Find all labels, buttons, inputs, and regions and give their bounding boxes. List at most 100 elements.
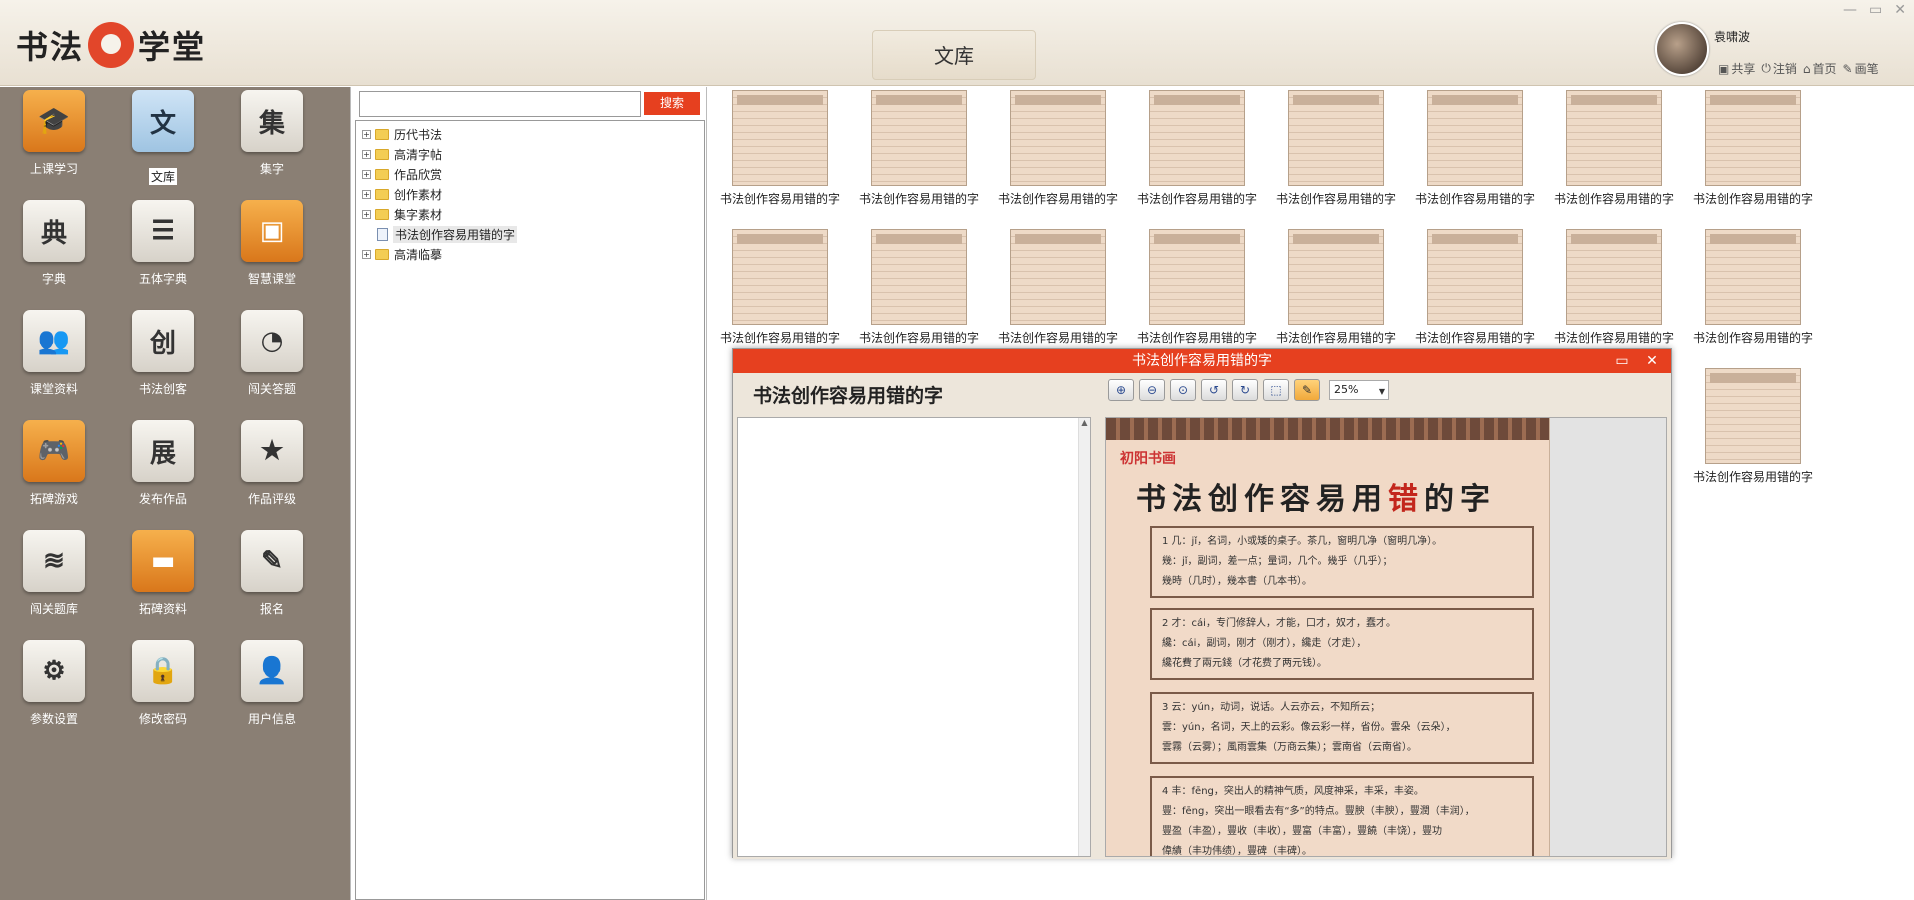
nav-item-10[interactable]: 展发布作品 — [113, 420, 213, 507]
nav-item-3[interactable]: 典字典 — [4, 200, 104, 287]
tree-item[interactable]: + 历代书法 — [356, 125, 442, 143]
nav-item-16[interactable]: 🔒 修改密码 — [113, 640, 213, 727]
thumbnail-image — [1427, 90, 1523, 186]
nav-item-5[interactable]: ▣ 智慧课堂 — [222, 200, 322, 287]
document-thumbnail[interactable]: 书法创作容易用错的字 — [1410, 90, 1540, 207]
fit-page-icon[interactable]: ⬚ — [1263, 379, 1289, 401]
zoom-out-icon[interactable]: ⊖ — [1139, 379, 1165, 401]
search-input[interactable] — [359, 91, 641, 117]
share-button[interactable]: ▣ 共享 — [1718, 60, 1755, 77]
expand-icon[interactable]: + — [362, 129, 371, 139]
thumbnail-caption: 书法创作容易用错的字 — [1553, 331, 1674, 345]
close-button[interactable]: ✕ — [1894, 2, 1906, 18]
document-thumbnail[interactable]: 书法创作容易用错的字 — [1688, 229, 1818, 346]
minimize-button[interactable]: — — [1843, 2, 1857, 18]
thumbnail-image — [1149, 90, 1245, 186]
document-page: 初阳书画 书法创作容易用错的字 1 几：jǐ，名词，小或矮的桌子。茶几，窗明几净… — [1106, 418, 1550, 856]
nav-item-8[interactable]: ◔ 闯关答题 — [222, 310, 322, 397]
document-thumbnail[interactable]: 书法创作容易用错的字 — [993, 229, 1123, 346]
zoom-in-icon[interactable]: ⊕ — [1108, 379, 1134, 401]
expand-icon[interactable]: + — [362, 189, 371, 199]
logo-text-right: 学堂 — [138, 28, 207, 66]
tree-item[interactable]: + 高清字帖 — [356, 145, 442, 163]
zoom-select[interactable]: 25% — [1329, 380, 1389, 401]
document-thumbnail[interactable]: 书法创作容易用错的字 — [715, 90, 845, 207]
nav-item-label: 智慧课堂 — [247, 272, 296, 286]
expand-icon[interactable]: + — [362, 169, 371, 179]
logout-button[interactable]: ⏻ 注销 — [1761, 60, 1797, 77]
expand-icon[interactable]: + — [362, 209, 371, 219]
tree-item[interactable]: + 集字素材 — [356, 205, 442, 223]
nav-item-1[interactable]: 文文库 — [113, 90, 213, 185]
document-thumbnail[interactable]: 书法创作容易用错的字 — [854, 90, 984, 207]
nav-item-label: 闯关题库 — [29, 602, 78, 616]
thumbnail-image — [1566, 90, 1662, 186]
document-thumbnail[interactable]: 书法创作容易用错的字 — [1549, 229, 1679, 346]
maximize-button[interactable]: ▭ — [1869, 2, 1882, 18]
tree-item[interactable]: + 创作素材 — [356, 185, 442, 203]
tree-item[interactable]: 书法创作容易用错的字 — [356, 225, 518, 243]
nav-item-2[interactable]: 集集字 — [222, 90, 322, 177]
nav-item-label: 五体字典 — [138, 272, 187, 286]
pen-button[interactable]: ✎ 画笔 — [1843, 60, 1879, 77]
rotate-left-icon[interactable]: ↺ — [1201, 379, 1227, 401]
nav-tile-icon: ☰ — [132, 200, 194, 262]
thumbnail-image — [1705, 90, 1801, 186]
document-thumbnail[interactable]: 书法创作容易用错的字 — [715, 229, 845, 346]
document-thumbnail[interactable]: 书法创作容易用错的字 — [993, 90, 1123, 207]
nav-item-6[interactable]: 👥 课堂资料 — [4, 310, 104, 397]
viewer-toolbar: ⊕ ⊖ ⊙ ↺ ↻ ⬚ ✎ 25% — [1108, 379, 1389, 401]
avatar[interactable] — [1655, 22, 1709, 76]
document-thumbnail[interactable]: 书法创作容易用错的字 — [854, 229, 984, 346]
nav-item-17[interactable]: 👤 用户信息 — [222, 640, 322, 727]
document-thumbnail[interactable]: 书法创作容易用错的字 — [1549, 90, 1679, 207]
thumbnail-image — [1149, 229, 1245, 325]
nav-item-4[interactable]: ☰ 五体字典 — [113, 200, 213, 287]
document-thumbnail[interactable]: 书法创作容易用错的字 — [1271, 90, 1401, 207]
entry-line: 豐盈（丰盈），豐收（丰收），豐富（丰富），豐饒（丰饶），豐功 — [1162, 826, 1442, 837]
page-viewer[interactable]: 初阳书画 书法创作容易用错的字 1 几：jǐ，名词，小或矮的桌子。茶几，窗明几净… — [1105, 417, 1667, 857]
document-icon — [377, 227, 388, 241]
nav-item-14[interactable]: ✎ 报名 — [222, 530, 322, 617]
tree-item[interactable]: + 作品欣赏 — [356, 165, 442, 183]
home-button[interactable]: ⌂ 首页 — [1803, 60, 1837, 77]
nav-item-0[interactable]: 🎓 上课学习 — [4, 90, 104, 177]
pencil-icon[interactable]: ✎ — [1294, 379, 1320, 401]
entry-line: 3 云：yún，动词，说话。人云亦云，不知所云； — [1162, 702, 1381, 713]
entry-line: 纔花費了兩元錢（才花费了两元钱）。 — [1162, 658, 1327, 669]
expand-icon[interactable]: + — [362, 149, 371, 159]
notes-scrollbar[interactable]: ▲ — [1078, 418, 1090, 856]
nav-item-11[interactable]: ★ 作品评级 — [222, 420, 322, 507]
left-nav: 🎓 上课学习文文库集集字典字典 ☰ 五体字典 ▣ 智慧课堂 👥 课堂资料创书法创客 ◔ 闯关答题 🎮… — [0, 87, 350, 900]
zoom-fit-icon[interactable]: ⊙ — [1170, 379, 1196, 401]
tree-item[interactable]: + 高清临摹 — [356, 245, 442, 263]
rotate-right-icon[interactable]: ↻ — [1232, 379, 1258, 401]
nav-item-label: 拓碑游戏 — [29, 492, 78, 506]
doc-notes-area[interactable]: ▲ — [737, 417, 1091, 857]
nav-item-13[interactable]: ▬ 拓碑资料 — [113, 530, 213, 617]
maximize-dialog-icon[interactable]: ▭ — [1613, 352, 1631, 370]
tree-panel: 搜索 + 历代书法 + 高清字帖 + 作品欣赏 + 创作素材 + 集字素材书法创作容易用错的字 + 高… — [350, 87, 705, 900]
document-thumbnail[interactable]: 书法创作容易用错的字 — [1271, 229, 1401, 346]
document-thumbnail[interactable]: 书法创作容易用错的字 — [1688, 90, 1818, 207]
expand-icon[interactable]: + — [362, 249, 371, 259]
document-thumbnail[interactable]: 书法创作容易用错的字 — [1132, 90, 1262, 207]
window-controls: — ▭ ✕ — [1843, 2, 1906, 18]
folder-icon — [375, 248, 389, 260]
entry-box: 4 丰：fēng，突出人的精神气质，风度神采，丰采，丰姿。豐：fēng，突出一眼… — [1150, 776, 1534, 856]
thumbnail-image — [1705, 229, 1801, 325]
search-button[interactable]: 搜索 — [644, 92, 700, 115]
document-thumbnail[interactable]: 书法创作容易用错的字 — [1688, 368, 1818, 485]
folder-icon — [375, 168, 389, 180]
document-thumbnail[interactable]: 书法创作容易用错的字 — [1410, 229, 1540, 346]
entry-line: 豐：fēng，突出一眼看去有“多”的特点。豐腴（丰腴），豐潤（丰润）， — [1162, 806, 1475, 817]
nav-item-15[interactable]: ⚙ 参数设置 — [4, 640, 104, 727]
nav-tile-icon: ◔ — [241, 310, 303, 372]
document-thumbnail[interactable]: 书法创作容易用错的字 — [1132, 229, 1262, 346]
nav-item-9[interactable]: 🎮 拓碑游戏 — [4, 420, 104, 507]
close-dialog-icon[interactable]: ✕ — [1643, 352, 1661, 370]
entry-line: 4 丰：fēng，突出人的精神气质，风度神采，丰采，丰姿。 — [1162, 786, 1424, 797]
nav-item-label: 拓碑资料 — [138, 602, 187, 616]
nav-item-12[interactable]: ≋ 闯关题库 — [4, 530, 104, 617]
nav-item-7[interactable]: 创书法创客 — [113, 310, 213, 397]
